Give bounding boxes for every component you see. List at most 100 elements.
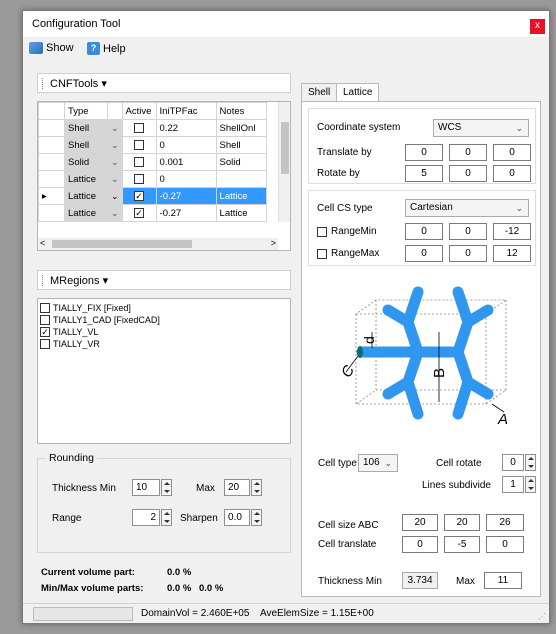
type-cell[interactable]: Lattice [64,204,108,222]
row-header[interactable] [38,119,65,137]
row-header[interactable] [38,136,65,154]
checkbox[interactable]: ✓ [134,207,145,218]
active-cell[interactable] [121,153,157,171]
cell-translate-y-input[interactable]: -5 [444,536,480,553]
translate-x-input[interactable]: 0 [405,144,443,161]
cell-type-select[interactable]: 106 ⌄ [358,454,398,472]
col-type[interactable]: Type [64,102,108,120]
notes-cell[interactable]: ShellOnl [215,119,267,137]
grid-horizontal-scrollbar[interactable]: < > [38,238,278,250]
checkbox[interactable] [40,339,50,349]
active-cell[interactable]: ✓ [121,204,157,222]
thickness-min-spinner[interactable] [161,479,172,496]
range-input[interactable]: 2 [132,509,160,526]
type-cell[interactable]: Shell [64,136,108,154]
rangemin-y-input[interactable]: 0 [449,223,487,240]
cell-translate-z-input[interactable]: 0 [486,536,524,553]
active-cell[interactable] [121,136,157,154]
chevron-down-icon[interactable]: ⌄ [107,153,123,171]
rangemax-x-input[interactable]: 0 [405,245,443,262]
initpfac-cell[interactable]: 0 [155,170,217,188]
active-cell[interactable] [121,170,157,188]
type-cell[interactable]: Lattice [64,170,108,188]
table-row[interactable]: Solid ⌄ 0.001 Solid [38,153,267,171]
type-cell[interactable]: Lattice [64,187,108,205]
mregions-list[interactable]: TIALLY_FIX [Fixed] TIALLY1_CAD [FixedCAD]… [37,298,291,444]
row-header[interactable]: ▸ [38,187,65,205]
active-cell[interactable] [121,119,157,137]
col-notes[interactable]: Notes [215,102,267,120]
notes-cell[interactable]: Shell [215,136,267,154]
max-spinner[interactable] [251,479,262,496]
checkbox[interactable] [40,303,50,313]
help-menu[interactable]: ? Help [87,42,126,55]
checkbox[interactable] [317,248,327,259]
notes-cell[interactable]: Solid [215,153,267,171]
initpfac-cell[interactable]: -0.27 [155,187,217,205]
checkbox[interactable] [317,226,327,237]
translate-y-input[interactable]: 0 [449,144,487,161]
lines-subdivide-spinner[interactable] [525,476,536,493]
cnftools-grid[interactable]: Type Active IniTPFac Notes Shell ⌄ 0.22 She… [37,101,291,251]
cell-size-b-input[interactable]: 20 [444,514,480,531]
scroll-right-icon[interactable]: > [271,238,276,248]
checkbox[interactable]: ✓ [40,327,50,337]
mregions-dropdown[interactable]: MRegions ▾ [37,270,291,290]
checkbox[interactable] [134,156,145,167]
lines-subdivide-input[interactable]: 1 [502,476,524,493]
max-input[interactable]: 20 [224,479,250,496]
initpfac-cell[interactable]: 0 [155,136,217,154]
cell-size-a-input[interactable]: 20 [402,514,438,531]
list-item[interactable]: TIALLY_VR [40,338,288,350]
close-button[interactable]: x [530,19,545,34]
notes-cell[interactable]: Lattice [215,187,267,205]
checkbox[interactable] [134,122,145,133]
grid-vertical-scrollbar[interactable] [278,102,290,222]
rotate-x-input[interactable]: 5 [405,165,443,182]
scroll-thumb[interactable] [52,240,192,248]
col-active[interactable]: Active [121,102,157,120]
rotate-z-input[interactable]: 0 [493,165,531,182]
chevron-down-icon[interactable]: ⌄ [107,187,123,205]
cell-translate-x-input[interactable]: 0 [402,536,438,553]
cell-cs-type-select[interactable]: Cartesian ⌄ [405,199,529,217]
list-item[interactable]: ✓ TIALLY_VL [40,326,288,338]
initpfac-cell[interactable]: -0.27 [155,204,217,222]
table-row[interactable]: Lattice ⌄ 0 [38,170,267,188]
checkbox[interactable] [134,139,145,150]
notes-cell[interactable] [215,170,267,188]
list-item[interactable]: TIALLY1_CAD [FixedCAD] [40,314,288,326]
tab-lattice[interactable]: Lattice [336,83,380,103]
sharpen-input[interactable]: 0.0 [224,509,250,526]
range-spinner[interactable] [161,509,172,526]
chevron-down-icon[interactable]: ⌄ [107,119,123,137]
cnftools-dropdown[interactable]: CNFTools ▾ [37,73,291,93]
list-item[interactable]: TIALLY_FIX [Fixed] [40,302,288,314]
tab-shell[interactable]: Shell [301,83,338,102]
rangemax-y-input[interactable]: 0 [449,245,487,262]
initpfac-cell[interactable]: 0.22 [155,119,217,137]
row-header[interactable] [38,170,65,188]
cell-rotate-input[interactable]: 0 [502,454,524,471]
row-header[interactable] [38,204,65,222]
checkbox[interactable] [40,315,50,325]
table-row[interactable]: Shell ⌄ 0.22 ShellOnl [38,119,267,137]
translate-z-input[interactable]: 0 [493,144,531,161]
initpfac-cell[interactable]: 0.001 [155,153,217,171]
chevron-down-icon[interactable]: ⌄ [107,204,123,222]
cell-rotate-spinner[interactable] [525,454,536,471]
chevron-down-icon[interactable]: ⌄ [107,170,123,188]
rangemax-checkbox[interactable]: RangeMax [317,248,379,259]
notes-cell[interactable]: Lattice [215,204,267,222]
active-cell[interactable]: ✓ [121,187,157,205]
table-row[interactable]: ▸ Lattice ⌄ ✓ -0.27 Lattice [38,187,267,205]
scroll-left-icon[interactable]: < [40,238,45,248]
row-header[interactable] [38,153,65,171]
rotate-y-input[interactable]: 0 [449,165,487,182]
col-initpfac[interactable]: IniTPFac [155,102,217,120]
coordinate-system-select[interactable]: WCS ⌄ [433,119,529,137]
thickness-min-input[interactable]: 10 [132,479,160,496]
table-row[interactable]: Shell ⌄ 0 Shell [38,136,267,154]
rangemax-z-input[interactable]: 12 [493,245,531,262]
rangemin-x-input[interactable]: 0 [405,223,443,240]
